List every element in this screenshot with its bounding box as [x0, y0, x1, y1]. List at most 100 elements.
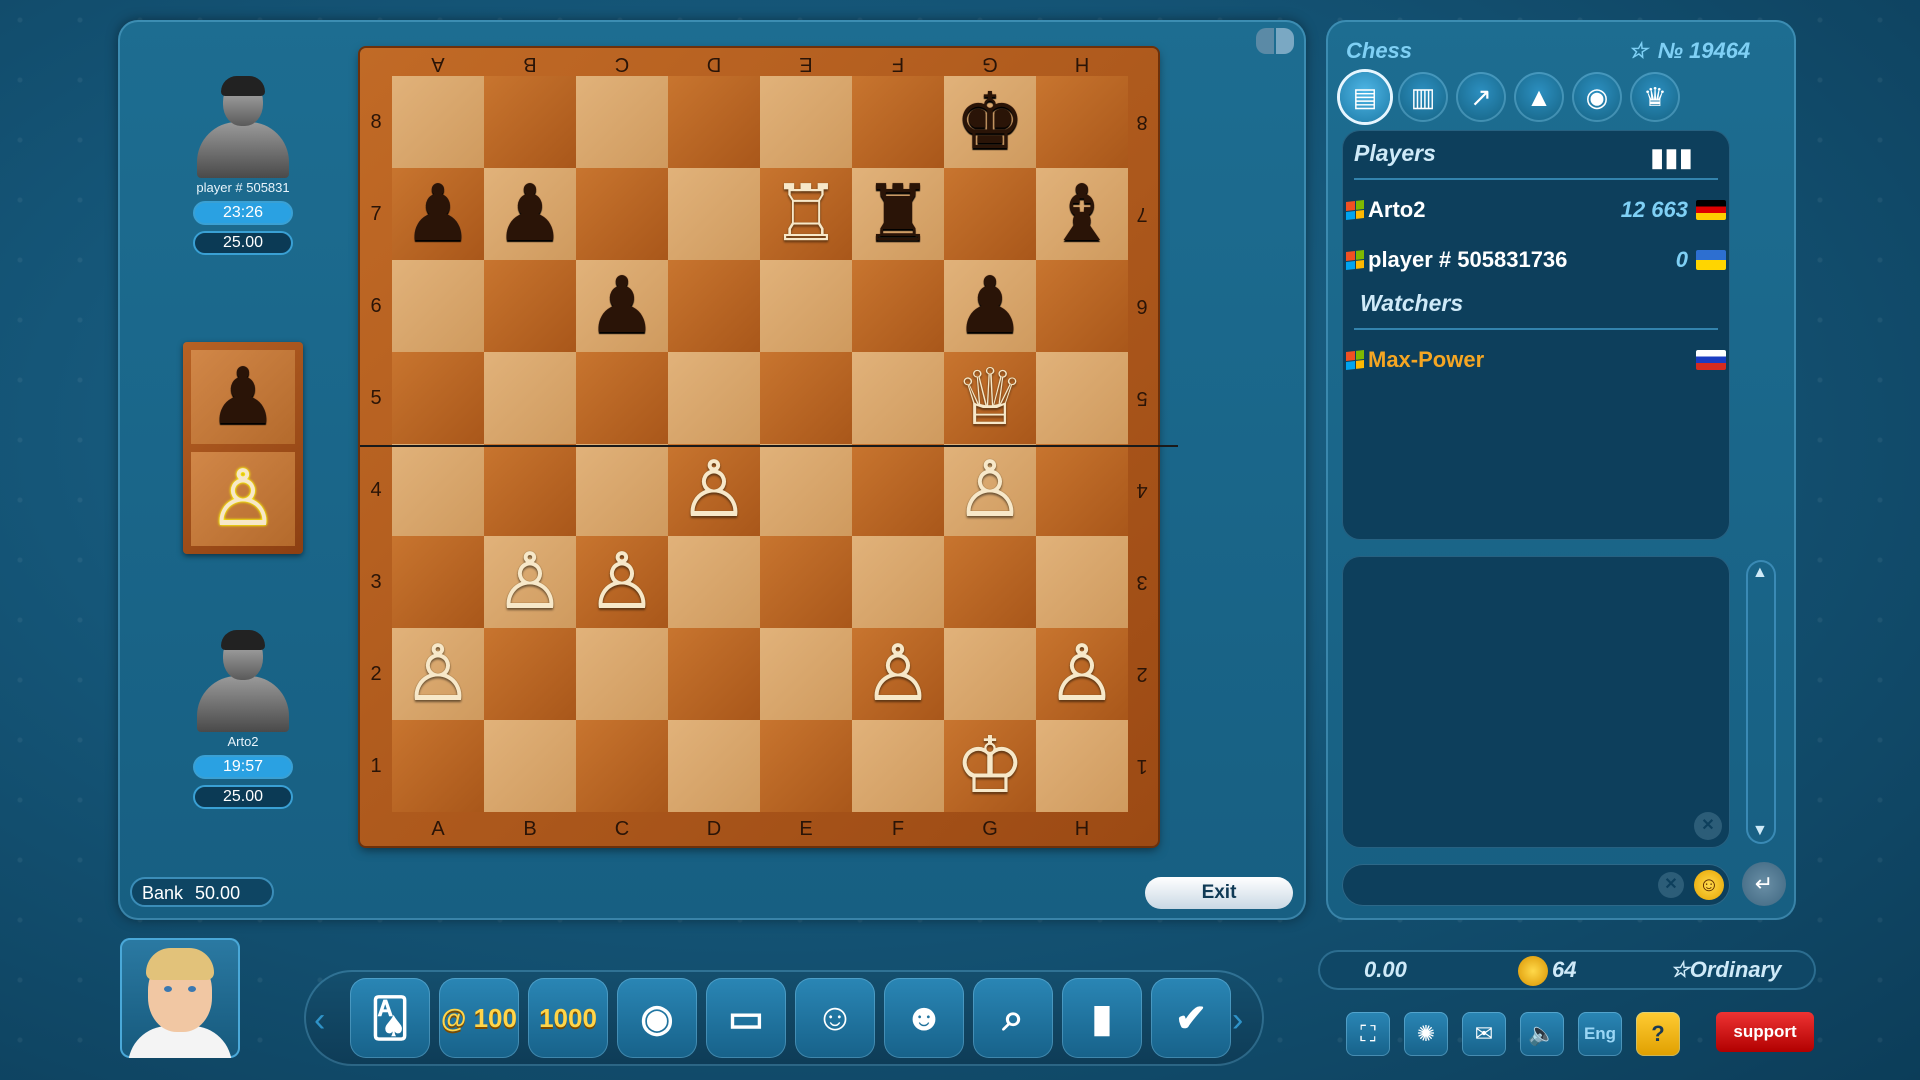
- square-c6[interactable]: ♟: [576, 260, 668, 352]
- square-g1[interactable]: ♔: [944, 720, 1036, 812]
- square-f1[interactable]: [852, 720, 944, 812]
- square-f3[interactable]: [852, 536, 944, 628]
- square-f8[interactable]: [852, 76, 944, 168]
- square-e8[interactable]: [760, 76, 852, 168]
- square-g4[interactable]: ♙: [944, 444, 1036, 536]
- help-button[interactable]: ?: [1636, 1012, 1680, 1056]
- white-queen[interactable]: ♕: [955, 359, 1025, 437]
- scroll-up-icon[interactable]: ▲: [1752, 564, 1768, 582]
- chat-icon[interactable]: ▤: [1340, 72, 1390, 122]
- square-f2[interactable]: ♙: [852, 628, 944, 720]
- white-pawn[interactable]: ♙: [495, 543, 565, 621]
- square-c7[interactable]: [576, 168, 668, 260]
- square-g6[interactable]: ♟: [944, 260, 1036, 352]
- coin-icon[interactable]: ◉: [617, 978, 697, 1058]
- square-a4[interactable]: [392, 444, 484, 536]
- square-b1[interactable]: [484, 720, 576, 812]
- square-c5[interactable]: [576, 352, 668, 444]
- square-a1[interactable]: [392, 720, 484, 812]
- square-a7[interactable]: ♟: [392, 168, 484, 260]
- cards-icon[interactable]: 🂡: [350, 978, 430, 1058]
- square-b3[interactable]: ♙: [484, 536, 576, 628]
- square-d7[interactable]: [668, 168, 760, 260]
- chess-board[interactable]: ♚ ♟ ♟ ♖ ♜ ♝ ♟ ♟ ♕ ♙ ♙ ♙ ♙ ♙ ♙ ♙ ♔: [392, 76, 1128, 812]
- white-pawn[interactable]: ♙: [587, 543, 657, 621]
- square-d8[interactable]: [668, 76, 760, 168]
- square-c2[interactable]: [576, 628, 668, 720]
- square-g5[interactable]: ♕: [944, 352, 1036, 444]
- mail-icon[interactable]: ✉: [1462, 1012, 1506, 1056]
- clear-chat-icon[interactable]: ✕: [1694, 812, 1722, 840]
- scroll-down-icon[interactable]: ▼: [1752, 822, 1768, 840]
- square-h7[interactable]: ♝: [1036, 168, 1128, 260]
- square-e3[interactable]: [760, 536, 852, 628]
- search-icon[interactable]: ⌕: [973, 978, 1053, 1058]
- square-c8[interactable]: [576, 76, 668, 168]
- square-a8[interactable]: [392, 76, 484, 168]
- white-pawn[interactable]: ♙: [403, 635, 473, 713]
- square-h5[interactable]: [1036, 352, 1128, 444]
- black-pawn[interactable]: ♟: [587, 267, 657, 345]
- square-c3[interactable]: ♙: [576, 536, 668, 628]
- square-d5[interactable]: [668, 352, 760, 444]
- square-e7[interactable]: ♖: [760, 168, 852, 260]
- camera-icon[interactable]: ◉: [1572, 72, 1622, 122]
- chart-icon[interactable]: ▮: [1062, 978, 1142, 1058]
- square-d1[interactable]: [668, 720, 760, 812]
- square-e6[interactable]: [760, 260, 852, 352]
- square-h3[interactable]: [1036, 536, 1128, 628]
- square-c4[interactable]: [576, 444, 668, 536]
- smiley-icon[interactable]: ☺: [1694, 870, 1724, 900]
- white-pawn[interactable]: ♙: [955, 451, 1025, 529]
- white-rook[interactable]: ♖: [771, 175, 841, 253]
- square-e5[interactable]: [760, 352, 852, 444]
- favorite-star-icon[interactable]: ☆: [1628, 38, 1648, 63]
- bar-chart-icon[interactable]: ▮▮▮: [1650, 142, 1693, 173]
- 1000-icon[interactable]: 1000: [528, 978, 608, 1058]
- white-king[interactable]: ♔: [955, 727, 1025, 805]
- growth-icon[interactable]: ↗: [1456, 72, 1506, 122]
- square-h6[interactable]: [1036, 260, 1128, 352]
- square-a6[interactable]: [392, 260, 484, 352]
- square-b4[interactable]: [484, 444, 576, 536]
- emoji-icon[interactable]: ☺: [795, 978, 875, 1058]
- square-g2[interactable]: [944, 628, 1036, 720]
- white-pawn[interactable]: ♙: [863, 635, 933, 713]
- square-e1[interactable]: [760, 720, 852, 812]
- square-h2[interactable]: ♙: [1036, 628, 1128, 720]
- square-d3[interactable]: [668, 536, 760, 628]
- square-h8[interactable]: [1036, 76, 1128, 168]
- friends-icon[interactable]: ☻: [884, 978, 964, 1058]
- watcher-row[interactable]: Max-Power: [1346, 344, 1726, 376]
- white-pawn[interactable]: ♙: [679, 451, 749, 529]
- support-button[interactable]: support: [1716, 1012, 1814, 1052]
- square-d6[interactable]: [668, 260, 760, 352]
- square-c1[interactable]: [576, 720, 668, 812]
- black-pawn[interactable]: ♟: [495, 175, 565, 253]
- black-king[interactable]: ♚: [955, 83, 1025, 161]
- square-f7[interactable]: ♜: [852, 168, 944, 260]
- exit-button[interactable]: Exit: [1145, 877, 1293, 909]
- dock-left-arrow-icon[interactable]: ‹: [314, 1002, 334, 1038]
- square-b7[interactable]: ♟: [484, 168, 576, 260]
- check-icon[interactable]: ✔: [1151, 978, 1231, 1058]
- square-h1[interactable]: [1036, 720, 1128, 812]
- graduation-icon[interactable]: ▲: [1514, 72, 1564, 122]
- effects-icon[interactable]: ✺: [1404, 1012, 1448, 1056]
- trophy-icon[interactable]: ♛: [1630, 72, 1680, 122]
- black-pawn[interactable]: ♟: [955, 267, 1025, 345]
- clear-input-icon[interactable]: ✕: [1658, 872, 1684, 898]
- square-b5[interactable]: [484, 352, 576, 444]
- square-b8[interactable]: [484, 76, 576, 168]
- square-b2[interactable]: [484, 628, 576, 720]
- dock-right-arrow-icon[interactable]: ›: [1232, 1002, 1252, 1038]
- language-button[interactable]: Eng: [1578, 1012, 1622, 1056]
- wallet-icon[interactable]: ▭: [706, 978, 786, 1058]
- chat-scrollbar[interactable]: [1746, 560, 1776, 844]
- square-g7[interactable]: [944, 168, 1036, 260]
- send-button[interactable]: ↵: [1742, 862, 1786, 906]
- fullscreen-icon[interactable]: ⛶: [1346, 1012, 1390, 1056]
- black-rook[interactable]: ♜: [863, 175, 933, 253]
- square-d2[interactable]: [668, 628, 760, 720]
- panel-toggle-button[interactable]: [1256, 28, 1296, 56]
